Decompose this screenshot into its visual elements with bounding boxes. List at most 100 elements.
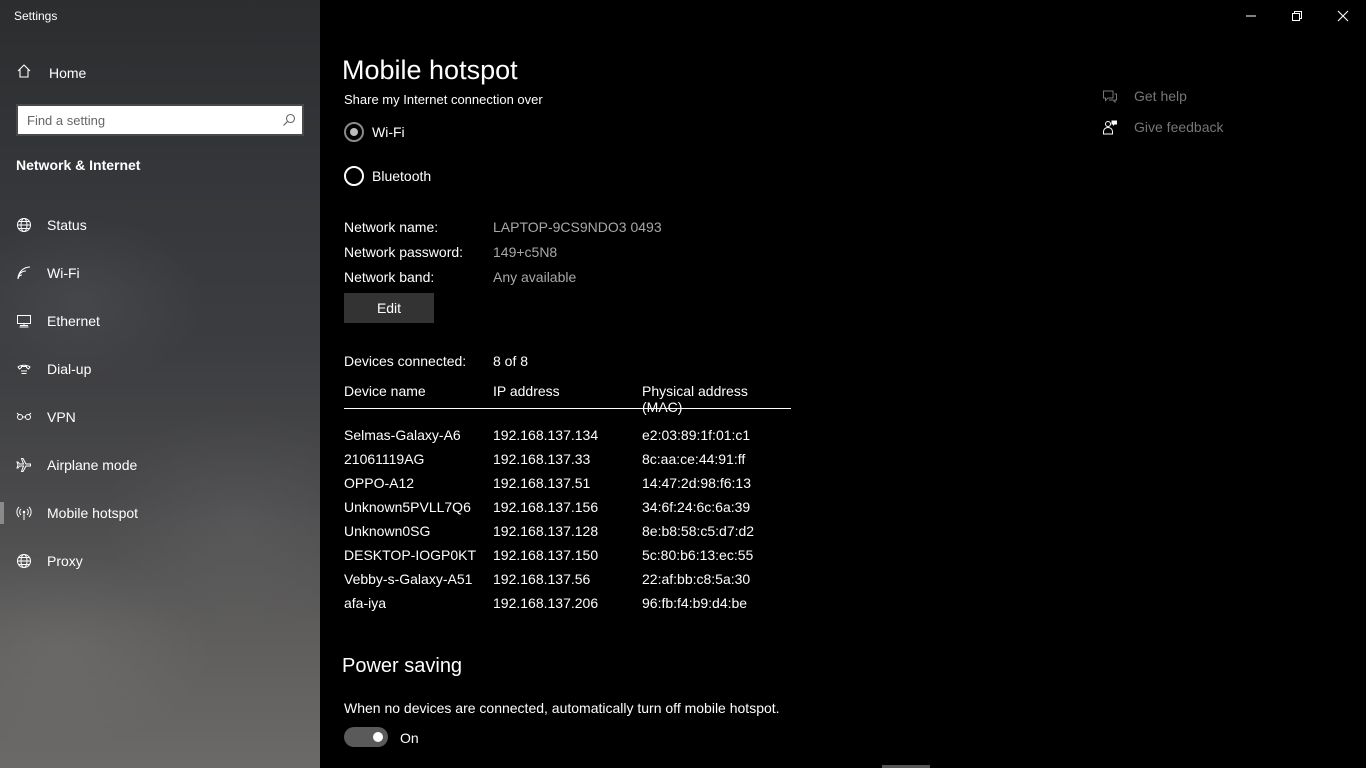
- toggle-knob: [373, 732, 383, 742]
- device-name-cell: afa-iya: [344, 595, 387, 611]
- restore-icon: [1292, 11, 1302, 21]
- share-over-label: Share my Internet connection over: [344, 92, 543, 107]
- mac-address-cell: 96:fb:f4:b9:d4:be: [642, 595, 748, 611]
- help-chat-icon: [1102, 88, 1118, 104]
- vpn-icon: [16, 409, 32, 425]
- close-icon: [1337, 10, 1349, 22]
- radio-label: Bluetooth: [372, 168, 432, 184]
- device-name-cell: 21061119AG: [344, 451, 425, 467]
- device-name-cell: Unknown0SG: [344, 523, 431, 539]
- device-name-cell: Unknown5PVLL7Q6: [344, 499, 471, 515]
- column-header-device-name: Device name: [344, 383, 426, 399]
- ip-address-cell: 192.168.137.51: [493, 475, 591, 491]
- devices-connected-label: Devices connected:: [344, 353, 467, 369]
- device-name-cell: Vebby-s-Galaxy-A51: [344, 571, 473, 587]
- airplane-icon: [16, 457, 32, 473]
- sidebar-item-airplane-mode[interactable]: Airplane mode: [0, 441, 320, 489]
- hotspot-icon: [16, 505, 32, 521]
- devices-table-header: Device name IP address Physical address …: [344, 383, 791, 415]
- table-row: Selmas-Galaxy-A6 192.168.137.134 e2:03:8…: [344, 427, 804, 451]
- devices-connected-count: 8 of 8: [493, 353, 529, 369]
- device-name-cell: Selmas-Galaxy-A6: [344, 427, 461, 443]
- home-nav-item[interactable]: Home: [16, 61, 86, 85]
- minimize-button[interactable]: [1228, 0, 1274, 32]
- table-row: afa-iya 192.168.137.206 96:fb:f4:b9:d4:b…: [344, 595, 804, 619]
- sidebar: Settings Home Network & Internet Status …: [0, 0, 320, 768]
- power-saving-description: When no devices are connected, automatic…: [344, 700, 780, 716]
- nav-list: Status Wi-Fi Ethernet Dial-up VPN Airpla…: [0, 201, 320, 585]
- home-icon: [16, 63, 32, 84]
- get-help-label: Get help: [1134, 88, 1187, 104]
- ip-address-cell: 192.168.137.128: [493, 523, 599, 539]
- table-row: 21061119AG 192.168.137.33 8c:aa:ce:44:91…: [344, 451, 804, 475]
- table-row: Unknown0SG 192.168.137.128 8e:b8:58:c5:d…: [344, 523, 804, 547]
- mac-address-cell: 8e:b8:58:c5:d7:d2: [642, 523, 755, 539]
- search-box: [16, 104, 304, 136]
- ip-address-cell: 192.168.137.56: [493, 571, 591, 587]
- close-button[interactable]: [1320, 0, 1366, 32]
- mac-address-cell: 5c:80:b6:13:ec:55: [642, 547, 754, 563]
- toggle-state-label: On: [400, 730, 419, 746]
- wifi-radio[interactable]: Wi-Fi: [344, 122, 405, 142]
- device-name-cell: OPPO-A12: [344, 475, 415, 491]
- mac-address-cell: 14:47:2d:98:f6:13: [642, 475, 751, 491]
- column-header-mac-address: Physical address (MAC): [642, 383, 748, 415]
- sidebar-item-label: Ethernet: [47, 313, 100, 329]
- sidebar-item-dialup[interactable]: Dial-up: [0, 345, 320, 393]
- radio-circle: [344, 166, 364, 186]
- sidebar-item-ethernet[interactable]: Ethernet: [0, 297, 320, 345]
- power-saving-title: Power saving: [342, 655, 463, 677]
- sidebar-item-status[interactable]: Status: [0, 201, 320, 249]
- ethernet-icon: [16, 313, 32, 329]
- table-row: DESKTOP-IOGP0KT 192.168.137.150 5c:80:b6…: [344, 547, 804, 571]
- radio-circle: [344, 122, 364, 142]
- mac-address-cell: 34:6f:24:6c:6a:39: [642, 499, 751, 515]
- restore-button[interactable]: [1274, 0, 1320, 32]
- give-feedback-label: Give feedback: [1134, 119, 1224, 135]
- get-help-link[interactable]: Get help: [1102, 88, 1187, 104]
- ip-address-cell: 192.168.137.134: [493, 427, 599, 443]
- sidebar-item-label: Proxy: [47, 553, 83, 569]
- network-name-value: LAPTOP-9CS9NDO3 0493: [493, 219, 662, 235]
- sidebar-item-label: Airplane mode: [47, 457, 138, 473]
- sidebar-item-label: VPN: [47, 409, 76, 425]
- globe-icon: [16, 217, 32, 233]
- network-name-label: Network name:: [344, 219, 439, 235]
- column-header-ip-address: IP address: [493, 383, 560, 399]
- radio-dot: [350, 128, 358, 136]
- section-title: Network & Internet: [16, 157, 141, 173]
- network-password-label: Network password:: [344, 244, 464, 260]
- dialup-icon: [16, 361, 32, 377]
- give-feedback-link[interactable]: Give feedback: [1102, 119, 1224, 135]
- mac-address-cell: 22:af:bb:c8:5a:30: [642, 571, 751, 587]
- sidebar-item-proxy[interactable]: Proxy: [0, 537, 320, 585]
- power-saving-toggle[interactable]: [344, 727, 388, 747]
- sidebar-item-vpn[interactable]: VPN: [0, 393, 320, 441]
- app-title: Settings: [14, 9, 58, 23]
- wifi-icon: [16, 265, 32, 281]
- sidebar-item-label: Dial-up: [47, 361, 92, 377]
- search-icon[interactable]: [276, 113, 302, 127]
- globe-icon: [16, 553, 32, 569]
- devices-table: Selmas-Galaxy-A6 192.168.137.134 e2:03:8…: [344, 427, 804, 619]
- table-row: Vebby-s-Galaxy-A51 192.168.137.56 22:af:…: [344, 571, 804, 595]
- page-title: Mobile hotspot: [342, 55, 518, 85]
- sidebar-item-label: Wi-Fi: [47, 265, 80, 281]
- edit-button[interactable]: Edit: [344, 293, 434, 323]
- bluetooth-radio[interactable]: Bluetooth: [344, 166, 431, 186]
- ip-address-cell: 192.168.137.150: [493, 547, 599, 563]
- feedback-icon: [1102, 119, 1118, 135]
- network-password-value: 149+c5N8: [493, 244, 558, 260]
- sidebar-item-label: Mobile hotspot: [47, 505, 139, 521]
- network-band-value: Any available: [493, 269, 577, 285]
- minimize-icon: [1246, 15, 1256, 17]
- sidebar-item-wifi[interactable]: Wi-Fi: [0, 249, 320, 297]
- radio-label: Wi-Fi: [372, 124, 405, 140]
- table-row: Unknown5PVLL7Q6 192.168.137.156 34:6f:24…: [344, 499, 804, 523]
- sidebar-item-label: Status: [47, 217, 87, 233]
- device-name-cell: DESKTOP-IOGP0KT: [344, 547, 476, 563]
- search-input[interactable]: [18, 106, 276, 134]
- ip-address-cell: 192.168.137.33: [493, 451, 591, 467]
- sidebar-item-mobile-hotspot[interactable]: Mobile hotspot: [0, 489, 320, 537]
- ip-address-cell: 192.168.137.156: [493, 499, 599, 515]
